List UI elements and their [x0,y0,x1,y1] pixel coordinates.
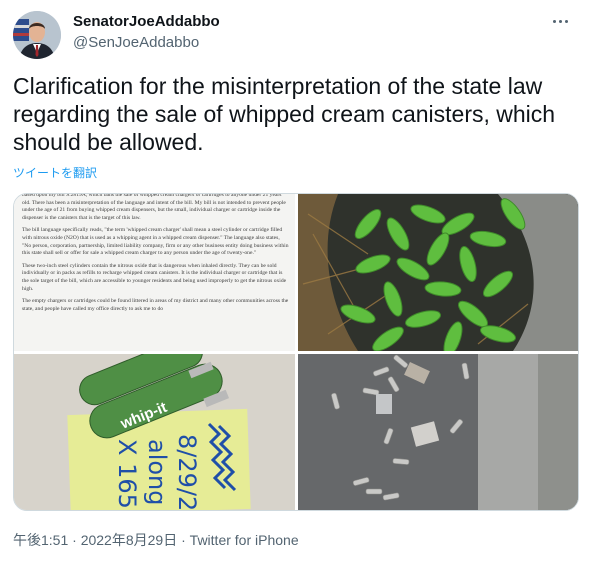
note-line: 8/29/22 [173,434,201,511]
chargers-pile-image [298,194,578,351]
document-paragraph: These two-inch steel cylinders contain t… [22,262,287,292]
note-line: along [143,439,171,506]
author-handle[interactable]: @SenJoeAddabbo [73,34,199,51]
tweet-date[interactable]: 2022年8月29日 [81,532,178,548]
tweet-time[interactable]: 午後1:51 [13,532,68,548]
document-paragraph: based upon my bill S.2819A, which bans t… [22,194,286,221]
tweet-text: Clarification for the misinterpretation … [13,73,556,155]
document-paragraph: The empty chargers or cartridges could b… [22,298,289,312]
document-text: based upon my bill S.2819A, which bans t… [22,194,290,318]
author-display-name[interactable]: SenatorJoeAddabbo [73,13,220,30]
translate-tweet-link[interactable]: ツイートを翻訳 [13,164,97,181]
note-line: X 165 [113,439,141,509]
separator: · [72,532,77,548]
tweet-source: Twitter for iPhone [189,532,299,548]
tweet-timestamp: 午後1:51 · 2022年8月29日 · Twitter for iPhone [13,530,299,550]
separator: · [181,532,186,548]
media-photo-document[interactable]: based upon my bill S.2819A, which bans t… [14,194,295,351]
pavement-image [298,354,578,510]
tweet: SenatorJoeAddabbo @SenJoeAddabbo Clarifi… [0,0,589,563]
more-options-button[interactable] [547,8,573,34]
media-grid: based upon my bill S.2819A, which bans t… [13,193,579,511]
media-photo-pavement[interactable] [298,354,578,510]
media-photo-chargers-bag[interactable] [298,194,578,351]
more-dots-icon [552,19,568,23]
avatar[interactable] [13,11,61,59]
document-paragraph: The bill language specifically reads, "t… [22,227,289,257]
profile-photo [13,11,61,59]
charger-note-image: whip-it 8/29/22 along X 165 [14,354,295,511]
media-photo-charger-note[interactable]: whip-it 8/29/22 along X 165 [14,354,295,511]
